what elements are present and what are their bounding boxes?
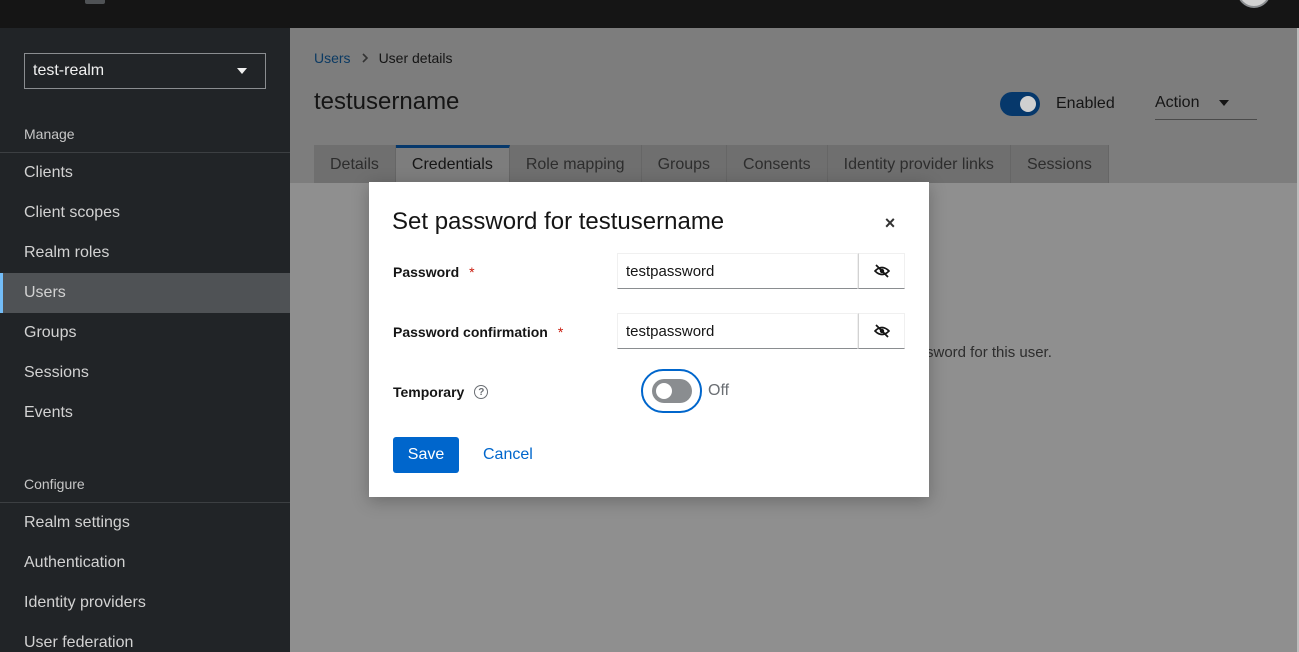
logo [85,0,105,4]
temporary-switch[interactable] [651,379,692,403]
sidebar-item-users[interactable]: Users [0,273,290,313]
temporary-toggle-group: Off [641,369,729,413]
required-marker: * [469,264,475,280]
page-title: testusername [314,88,460,115]
temporary-state: Off [708,382,730,399]
tab-consents[interactable]: Consents [727,145,828,183]
enabled-label: Enabled [1056,95,1115,112]
tab-role-mapping[interactable]: Role mapping [509,145,642,183]
action-dropdown[interactable]: Action [1155,86,1257,120]
tab-identity-provider-links[interactable]: Identity provider links [827,145,1011,183]
sidebar-item-client-scopes[interactable]: Client scopes [0,193,290,233]
temporary-label-text: Temporary [393,384,465,400]
temporary-switch-focus [641,369,702,413]
masthead [0,0,1299,28]
enabled-toggle-group: Enabled [1000,92,1115,116]
password-label-text: Password [393,264,460,280]
sidebar-item-groups[interactable]: Groups [0,313,290,353]
eye-slash-icon[interactable] [858,253,905,289]
password-confirmation-field[interactable]: testpassword [617,313,858,349]
password-confirmation-input-group: testpassword [617,313,905,349]
enabled-switch[interactable] [1000,92,1040,116]
password-label: Password * [393,264,475,280]
nav-section-configure: Configure Realm settings Authentication … [0,463,290,652]
password-confirmation-label-text: Password confirmation [393,324,548,340]
eye-slash-icon[interactable] [858,313,905,349]
realm-selector[interactable]: test-realm [24,53,266,89]
caret-down-icon [237,68,247,74]
save-button[interactable]: Save [393,437,459,473]
sidebar-item-realm-settings[interactable]: Realm settings [0,503,290,543]
modal-title: Set password for testusername [392,208,725,235]
help-icon[interactable]: ? [474,385,489,399]
password-confirmation-label: Password confirmation * [393,324,563,340]
tab-groups[interactable]: Groups [641,145,728,183]
action-label: Action [1155,93,1200,111]
sidebar: test-realm Manage Clients Client scopes … [0,28,290,652]
breadcrumb: Users User details [314,50,452,66]
sidebar-item-sessions[interactable]: Sessions [0,353,290,393]
sidebar-item-realm-roles[interactable]: Realm roles [0,233,290,273]
tab-list: Details Credentials Role mapping Groups … [314,145,1109,183]
nav-section-manage: Manage Clients Client scopes Realm roles… [0,113,290,433]
breadcrumb-current: User details [378,50,453,66]
sidebar-item-authentication[interactable]: Authentication [0,543,290,583]
close-icon[interactable]: × [881,213,899,233]
nav-heading-configure: Configure [0,463,290,503]
sidebar-item-clients[interactable]: Clients [0,153,290,193]
cancel-button[interactable]: Cancel [483,437,533,473]
breadcrumb-users-link[interactable]: Users [314,50,351,66]
avatar[interactable] [1237,0,1271,8]
tab-details[interactable]: Details [314,145,396,183]
sidebar-item-identity-providers[interactable]: Identity providers [0,583,290,623]
tab-sessions[interactable]: Sessions [1010,145,1109,183]
caret-down-icon [1219,99,1230,106]
credentials-empty-text: sword for this user. [926,344,1052,361]
sidebar-item-events[interactable]: Events [0,393,290,433]
temporary-label: Temporary ? [393,384,489,400]
realm-selector-value: test-realm [33,62,105,79]
set-password-modal: Set password for testusername × Password… [369,182,929,497]
tab-credentials[interactable]: Credentials [395,145,510,183]
chevron-right-icon [361,53,368,63]
nav-heading-manage: Manage [0,113,290,153]
sidebar-item-user-federation[interactable]: User federation [0,623,290,652]
page-header: Users User details testusername Enabled … [290,28,1297,183]
password-field[interactable]: testpassword [617,253,858,289]
password-input-group: testpassword [617,253,905,289]
required-marker: * [557,324,564,340]
